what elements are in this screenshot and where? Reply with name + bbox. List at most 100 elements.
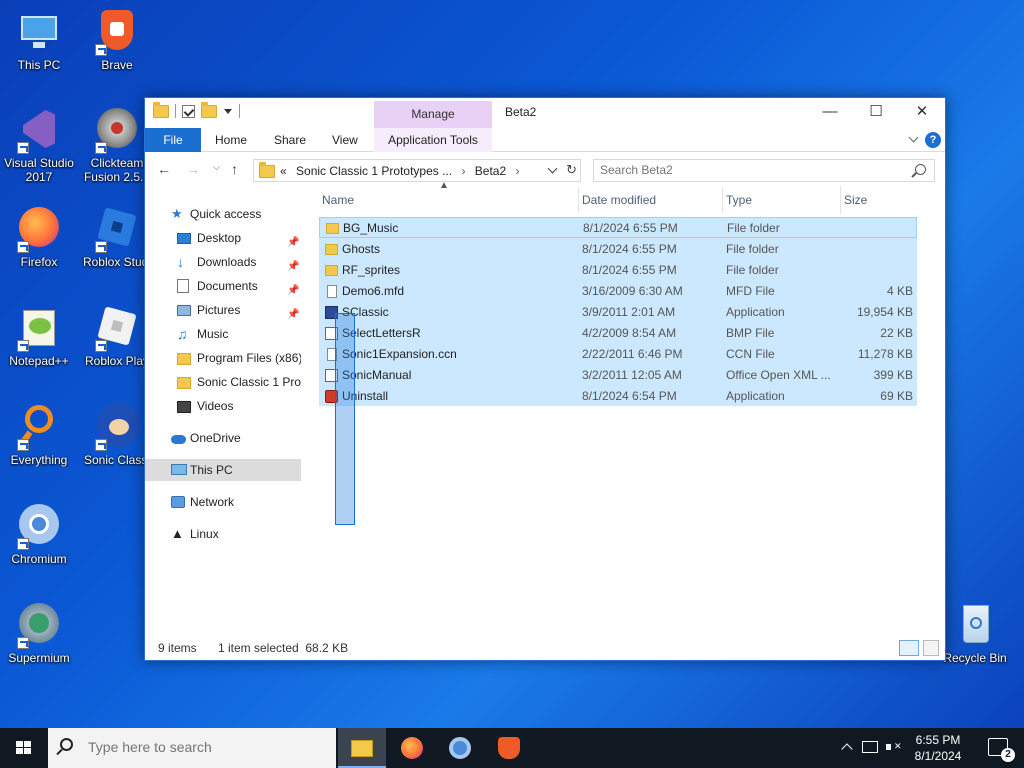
tab-application-tools[interactable]: Application Tools (374, 128, 492, 152)
minimize-button[interactable]: — (807, 98, 853, 128)
pin-icon: 📌 (287, 285, 300, 296)
nav-linux[interactable]: ▲ Linux (145, 523, 301, 545)
pin-icon: 📌 (287, 309, 300, 320)
nav-item-pictures[interactable]: Pictures 📌 (145, 299, 301, 321)
file-row[interactable]: Demo6.mfd 3/16/2009 6:30 AM MFD File 4 K… (319, 280, 917, 301)
back-arrow-icon[interactable]: ← (157, 161, 171, 177)
nav-item-videos[interactable]: Videos (145, 395, 301, 417)
desktop-icon-visual-studio[interactable]: Visual Studio 2017 (0, 106, 78, 184)
title-bar[interactable]: Manage Beta2 — ☐ ✕ (145, 98, 945, 128)
quick-access-toolbar (153, 101, 240, 118)
file-size: 11,278 KB (857, 347, 913, 361)
desktop-icon-label: 2017 (25, 170, 53, 184)
details-view-icon[interactable] (899, 640, 919, 656)
desktop-icon-chromium[interactable]: Chromium (0, 502, 78, 566)
search-box[interactable] (593, 159, 935, 182)
properties-icon[interactable] (182, 104, 195, 118)
desktop-icon-recycle-bin[interactable]: Recycle Bin (936, 601, 1014, 665)
nav-item-music[interactable]: ♫ Music (145, 323, 301, 345)
file-row[interactable]: SClassic 3/9/2011 2:01 AM Application 19… (319, 301, 917, 322)
manage-contextual-tab[interactable]: Manage (374, 101, 492, 128)
nav-quick-access[interactable]: ★ Quick access (145, 203, 301, 225)
taskbar-file-explorer[interactable] (338, 728, 386, 768)
breadcrumb-item-sonic-classic-prototypes[interactable]: Sonic Classic 1 Prototypes ... (296, 164, 452, 178)
tab-share[interactable]: Share (274, 128, 306, 152)
maximize-button[interactable]: ☐ (853, 98, 899, 128)
taskbar-brave[interactable] (485, 728, 533, 768)
taskbar-firefox[interactable] (388, 728, 436, 768)
column-header-name[interactable]: Name (319, 186, 579, 214)
file-explorer-window[interactable]: Manage Beta2 — ☐ ✕ File Home Share View … (144, 97, 946, 661)
forward-arrow-icon[interactable]: → (186, 161, 200, 177)
nav-this-pc[interactable]: This PC (145, 459, 301, 481)
file-date: 3/2/2011 12:05 AM (582, 368, 682, 382)
desktop-icon-brave[interactable]: Brave (78, 8, 156, 72)
file-row[interactable]: SelectLettersR 4/2/2009 8:54 AM BMP File… (319, 322, 917, 343)
firefox-icon (401, 737, 423, 759)
column-header-size[interactable]: Size (841, 186, 917, 214)
folder-icon (259, 162, 275, 178)
desktop-icon-firefox[interactable]: Firefox (0, 205, 78, 269)
desktop-icon-notepad-plus[interactable]: Notepad++ (0, 304, 78, 368)
up-arrow-icon[interactable]: ↑ (231, 161, 238, 177)
notification-count-badge: 2 (1001, 748, 1015, 762)
shortcut-arrow-icon (95, 439, 107, 451)
nav-network[interactable]: Network (145, 491, 301, 513)
clock[interactable]: 6:55 PM 8/1/2024 (908, 732, 968, 764)
show-hidden-icons-chevron-icon[interactable] (842, 742, 852, 752)
desktop-icon-this-pc[interactable]: This PC (0, 8, 78, 72)
breadcrumb-item-beta2[interactable]: Beta2 (475, 164, 506, 178)
expand-ribbon-chevron-icon[interactable] (909, 134, 919, 144)
file-date: 4/2/2009 8:54 AM (582, 326, 677, 340)
address-dropdown-chevron-icon[interactable] (548, 165, 558, 175)
item-count: 9 items (158, 641, 197, 655)
large-icons-view-icon[interactable] (923, 640, 939, 656)
taskbar-search-box[interactable] (48, 728, 336, 768)
file-row[interactable]: BG_Music 8/1/2024 6:55 PM File folder (319, 217, 917, 238)
close-button[interactable]: ✕ (899, 98, 945, 128)
file-row[interactable]: Sonic1Expansion.ccn 2/22/2011 6:46 PM CC… (319, 343, 917, 364)
start-button[interactable] (0, 728, 48, 768)
column-header-date-modified[interactable]: Date modified (579, 186, 723, 214)
shortcut-arrow-icon (95, 241, 107, 253)
star-icon: ★ (171, 206, 183, 221)
tab-view[interactable]: View (332, 128, 358, 152)
nav-item-program-files-x86[interactable]: Program Files (x86) (145, 347, 301, 369)
videos-icon (177, 401, 191, 413)
recent-locations-chevron-icon[interactable]: ⌵ (213, 162, 220, 173)
desktop-icon-supermium[interactable]: Supermium (0, 601, 78, 665)
tab-home[interactable]: Home (215, 128, 247, 152)
folder-icon (325, 265, 338, 276)
taskbar-chromium[interactable] (436, 728, 484, 768)
tab-file[interactable]: File (145, 128, 201, 152)
nav-item-desktop[interactable]: Desktop 📌 (145, 227, 301, 249)
nav-item-downloads[interactable]: ↓ Downloads 📌 (145, 251, 301, 273)
network-icon[interactable] (862, 741, 878, 753)
nav-label: Documents (197, 279, 258, 293)
customize-toolbar-dropdown-icon[interactable] (223, 106, 233, 116)
breadcrumb-separator-icon[interactable]: › (461, 164, 465, 178)
desktop-icon-everything[interactable]: Everything (0, 403, 78, 467)
nav-item-sonic-classic-prototypes[interactable]: Sonic Classic 1 Prot (145, 371, 301, 393)
search-input[interactable] (600, 163, 900, 177)
search-icon (60, 738, 73, 751)
new-folder-icon[interactable] (201, 101, 217, 118)
breadcrumb-separator-icon[interactable]: › (516, 164, 520, 178)
taskbar-search-input[interactable] (88, 739, 318, 755)
file-date: 3/9/2011 2:01 AM (582, 305, 676, 319)
file-row[interactable]: RF_sprites 8/1/2024 6:55 PM File folder (319, 259, 917, 280)
file-explorer-icon (351, 740, 373, 757)
help-icon[interactable]: ? (925, 132, 941, 148)
file-row[interactable]: SonicManual 3/2/2011 12:05 AM Office Ope… (319, 364, 917, 385)
file-date: 8/1/2024 6:55 PM (583, 221, 678, 235)
file-row[interactable]: Ghosts 8/1/2024 6:55 PM File folder (319, 238, 917, 259)
nav-onedrive[interactable]: OneDrive (145, 427, 301, 449)
file-row[interactable]: Uninstall 8/1/2024 6:54 PM Application 6… (319, 385, 917, 406)
volume-muted-icon[interactable] (886, 740, 902, 754)
nav-item-documents[interactable]: Documents 📌 (145, 275, 301, 297)
pin-icon: 📌 (287, 237, 300, 248)
breadcrumb-overflow[interactable]: « (280, 164, 287, 178)
address-bar[interactable]: « Sonic Classic 1 Prototypes ... › Beta2… (253, 159, 581, 182)
refresh-icon[interactable]: ↻ (566, 162, 577, 178)
column-header-type[interactable]: Type (723, 186, 841, 214)
